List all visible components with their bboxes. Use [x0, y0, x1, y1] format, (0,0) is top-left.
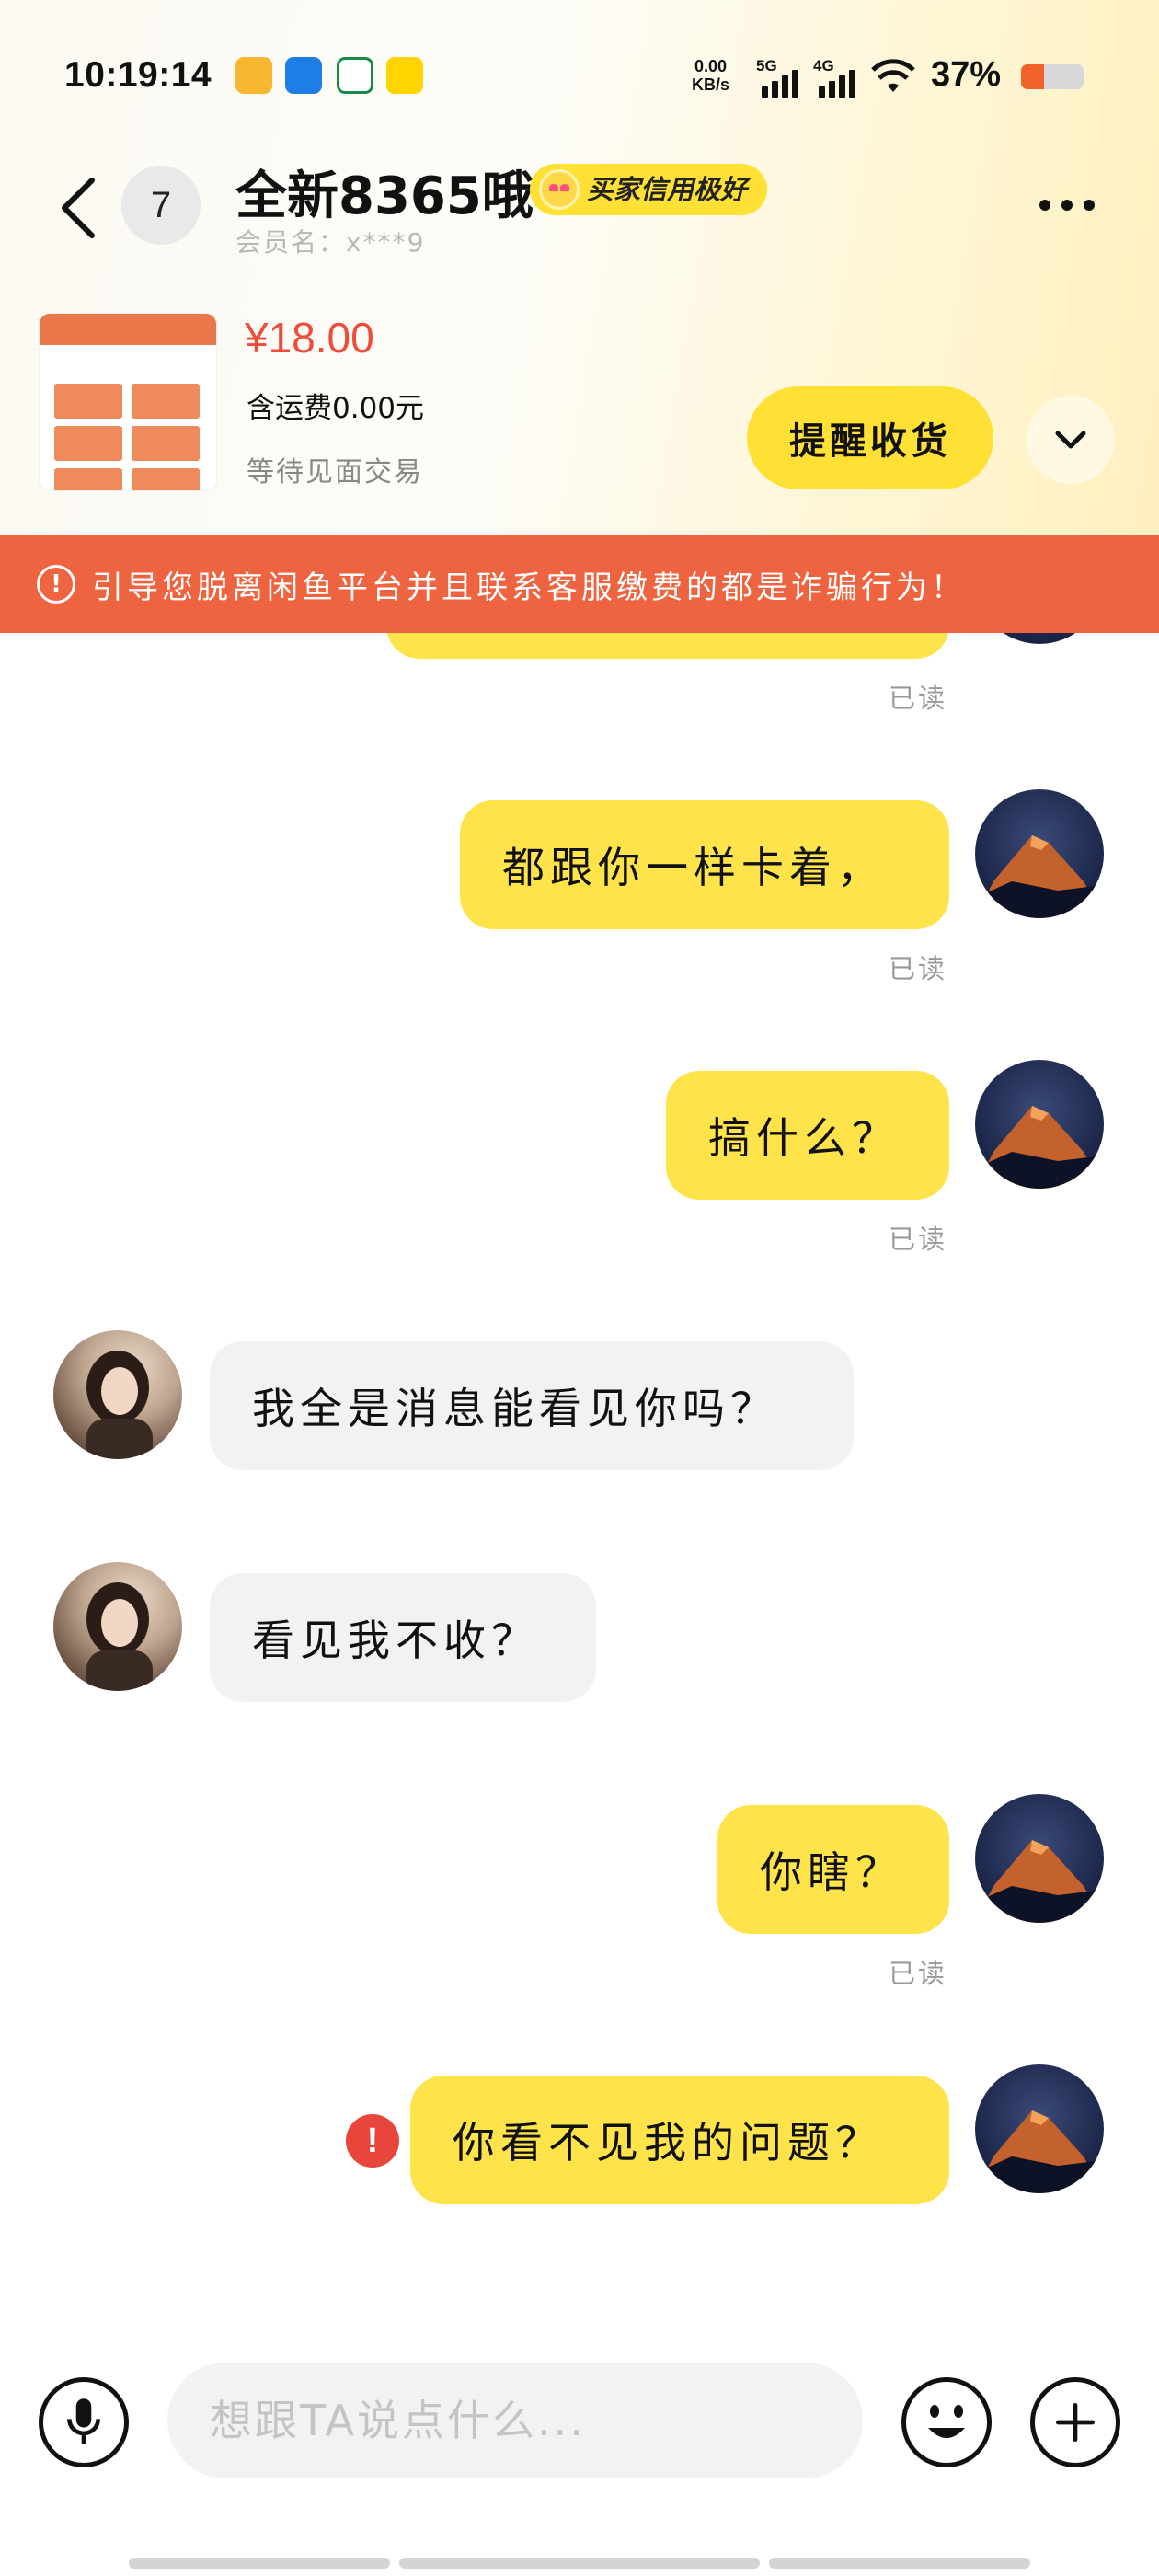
credit-badge-label: 买家信用极好 [587, 174, 748, 205]
product-shipping: 含运费0.00元 [247, 392, 425, 425]
my-avatar[interactable] [975, 1794, 1104, 1923]
read-receipt: 已读 [889, 953, 948, 984]
my-avatar[interactable] [975, 2064, 1104, 2193]
network-speed-value: 0.00 [694, 57, 728, 75]
remind-receipt-button[interactable]: 提醒收货 [747, 386, 993, 489]
header-panel: 10:19:14 0.00 KB/s 5G 4G 37% 7 全新8365哦 买… [0, 0, 1159, 535]
smiley-face-icon [928, 2405, 965, 2438]
message-input[interactable] [167, 2363, 863, 2478]
read-receipt: 已读 [889, 683, 948, 714]
mountain-avatar-image [975, 1840, 1104, 1923]
read-receipt: 已读 [889, 1958, 948, 1989]
message-text: 看见我不收？ [252, 1616, 539, 1665]
meituan-app-icon [386, 57, 423, 94]
message-bubble-out[interactable]: 你瞎？ [717, 1805, 949, 1934]
more-options-button[interactable] [1039, 191, 1113, 219]
battery-percent: 37% [931, 55, 1002, 94]
mountain-avatar-image [975, 835, 1104, 918]
mountain-avatar-image [975, 1106, 1104, 1189]
more-actions-button[interactable] [1030, 2377, 1120, 2467]
chevron-left-icon [62, 178, 95, 238]
signal-4g-icon: 4G [813, 57, 865, 98]
dot-icon [1039, 200, 1050, 211]
member-name: 会员名：x***9 [235, 227, 426, 258]
my-avatar[interactable] [975, 789, 1104, 918]
voice-input-button[interactable] [39, 2377, 129, 2467]
contact-avatar[interactable] [53, 1562, 182, 1691]
microphone-icon [67, 2398, 100, 2444]
my-avatar[interactable] [975, 1060, 1104, 1189]
message-bubble-out[interactable]: 你看不见我的问题？ [410, 2076, 949, 2204]
status-time: 10:19:14 [64, 55, 212, 95]
contact-name[interactable]: 全新8365哦 [235, 155, 534, 229]
dot-icon [1061, 200, 1073, 211]
dot-icon [1084, 200, 1095, 211]
unread-count-badge[interactable]: 7 [121, 166, 201, 245]
message-bubble-out[interactable]: 搞什么？ [666, 1071, 949, 1200]
bank-app-icon [337, 57, 373, 94]
warning-text: 引导您脱离闲鱼平台并且联系客服缴费的都是诈骗行为！ [92, 569, 966, 606]
message-text: 你瞎？ [760, 1847, 903, 1897]
plus-icon [1056, 2403, 1095, 2442]
wifi-icon [870, 59, 916, 96]
message-text: 搞什么？ [708, 1113, 900, 1163]
message-bubble-in[interactable]: 看见我不收？ [210, 1573, 596, 1702]
status-bar: 10:19:14 0.00 KB/s 5G 4G 37% [0, 0, 1159, 156]
buyer-credit-badge[interactable]: 买家信用极好 [530, 164, 768, 215]
signal-5g-icon: 5G [756, 57, 808, 98]
trade-status: 等待见面交易 [247, 456, 423, 489]
message-bubble-out[interactable]: 都跟你一样卡着， [460, 800, 949, 929]
nav-gesture-bar[interactable] [399, 2558, 760, 2569]
message-bubble-in[interactable]: 我全是消息能看见你吗？ [210, 1341, 854, 1470]
message-text: 你看不见我的问题？ [453, 2118, 883, 2168]
message-text: 都跟你一样卡着， [502, 843, 885, 892]
messenger-app-icon [285, 57, 322, 94]
nav-gesture-bar[interactable] [769, 2558, 1030, 2569]
product-price: ¥18.00 [245, 314, 374, 362]
battery-icon [1021, 64, 1084, 89]
girl-avatar-image [86, 1582, 153, 1691]
battery-level-fill [1021, 64, 1045, 89]
back-button[interactable] [52, 173, 107, 243]
product-thumbnail[interactable] [39, 313, 217, 491]
message-text: 我全是消息能看见你吗？ [252, 1384, 778, 1433]
heart-eyes-emoji-icon [539, 169, 580, 210]
read-receipt: 已读 [889, 1224, 948, 1255]
mountain-avatar-image [975, 2110, 1104, 2193]
emoji-button[interactable] [901, 2377, 992, 2467]
send-failed-icon[interactable]: ! [346, 2114, 399, 2168]
network-speed-unit: KB/s [692, 75, 730, 94]
contact-avatar[interactable] [53, 1330, 182, 1459]
girl-avatar-image [86, 1351, 153, 1459]
maps-app-icon [235, 57, 272, 94]
chevron-down-icon [1055, 431, 1086, 449]
expand-button[interactable] [1027, 396, 1115, 484]
network-speed: 0.00 KB/s [692, 57, 729, 94]
nav-gesture-bar[interactable] [129, 2558, 390, 2569]
alert-circle-icon: ! [37, 565, 75, 604]
fraud-warning-banner: ! 引导您脱离闲鱼平台并且联系客服缴费的都是诈骗行为！ [0, 535, 1159, 633]
